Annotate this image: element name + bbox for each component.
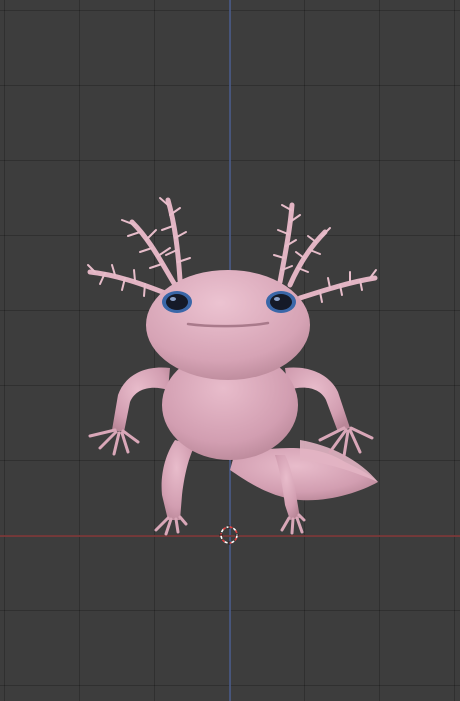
left-hind-foot: [154, 515, 188, 536]
3d-viewport[interactable]: [0, 0, 460, 701]
3d-cursor-icon[interactable]: [219, 525, 239, 545]
left-hand: [88, 428, 140, 456]
right-eye: [266, 291, 296, 313]
left-eye: [162, 291, 192, 313]
right-hind-foot: [280, 513, 306, 535]
axolotl-model[interactable]: [0, 0, 460, 701]
left-hind-leg: [161, 440, 195, 520]
left-arm: [112, 367, 170, 432]
